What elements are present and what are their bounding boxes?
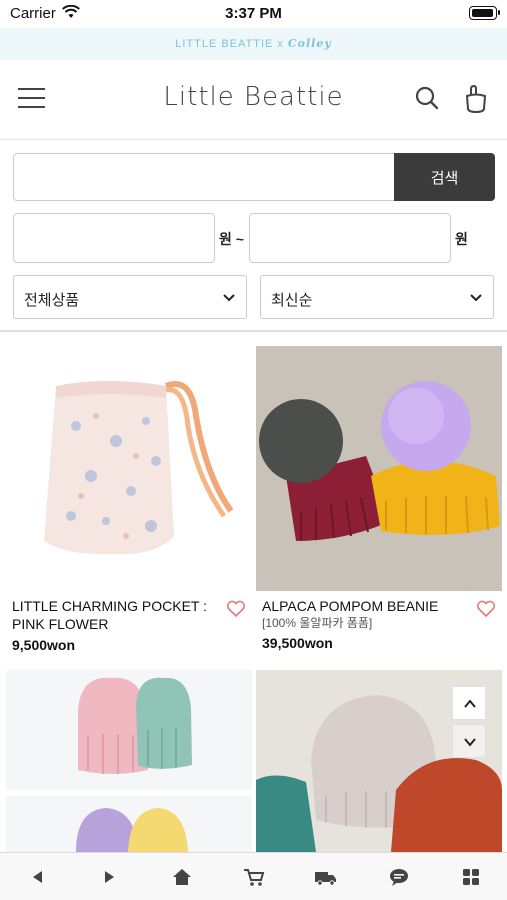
clock: 3:37 PM: [225, 5, 282, 22]
heart-icon[interactable]: [226, 600, 246, 618]
chevron-down-icon: [470, 294, 482, 302]
product-subtitle: [100% 울알파카 폼폼]: [262, 616, 373, 630]
product-image-beanie[interactable]: [256, 346, 502, 591]
product-image-ribbed-beanies[interactable]: [6, 670, 252, 790]
search-button[interactable]: 검색: [394, 153, 495, 201]
max-price-input[interactable]: [249, 213, 451, 263]
product-card[interactable]: LITTLE CHARMING POCKET : PINK FLOWER 9,5…: [6, 346, 252, 653]
chevron-down-icon: [223, 294, 235, 302]
product-name[interactable]: ALPACA POMPOM BEANIE: [256, 597, 502, 615]
max-price-unit: 원: [455, 231, 468, 247]
chat-icon[interactable]: [387, 867, 411, 887]
battery-icon: [469, 6, 500, 20]
category-select[interactable]: 전체상품: [13, 275, 247, 319]
scroll-down-button[interactable]: [452, 724, 486, 758]
product-name[interactable]: LITTLE CHARMING POCKET : PINK FLOWER: [6, 597, 252, 633]
section-divider: [0, 330, 507, 332]
back-icon[interactable]: [26, 867, 50, 887]
product-image-pastel-beanies[interactable]: [6, 796, 252, 852]
promo-collab: Colley: [287, 37, 332, 50]
search-input[interactable]: [13, 153, 395, 201]
sort-select[interactable]: 최신순: [260, 275, 494, 319]
product-price: 9,500won: [12, 637, 76, 653]
cart-icon[interactable]: [242, 867, 266, 887]
shopping-bag-icon[interactable]: [463, 84, 489, 114]
grid-menu-icon[interactable]: [459, 867, 483, 887]
heart-icon[interactable]: [476, 600, 496, 618]
site-header: Little Beattie: [0, 60, 507, 140]
status-bar: Carrier 3:37 PM: [0, 0, 507, 28]
chevron-up-icon: [464, 699, 476, 708]
product-image-pouch[interactable]: [6, 346, 252, 591]
search-icon[interactable]: [414, 85, 440, 111]
delivery-truck-icon[interactable]: [314, 867, 338, 887]
bottom-toolbar: [0, 852, 507, 900]
promo-x: x: [277, 38, 284, 50]
promo-banner[interactable]: LITTLE BEATTIE x Colley: [0, 28, 507, 60]
price-range-row: 원 ~ 원: [13, 213, 495, 263]
min-price-input[interactable]: [13, 213, 215, 263]
sort-select-value: 최신순: [271, 292, 313, 309]
forward-icon[interactable]: [97, 867, 121, 887]
home-icon[interactable]: [170, 867, 194, 887]
min-price-unit: 원 ~: [219, 231, 244, 247]
scroll-up-button[interactable]: [452, 686, 486, 720]
filter-row: 전체상품 최신순: [13, 275, 495, 319]
product-card[interactable]: ALPACA POMPOM BEANIE [100% 울알파카 폼폼] 39,5…: [256, 346, 502, 651]
chevron-down-icon: [464, 738, 476, 747]
promo-brand: LITTLE BEATTIE: [175, 38, 274, 50]
search-row: 검색: [13, 153, 495, 201]
product-price: 39,500won: [262, 635, 333, 651]
category-select-value: 전체상품: [24, 292, 80, 309]
